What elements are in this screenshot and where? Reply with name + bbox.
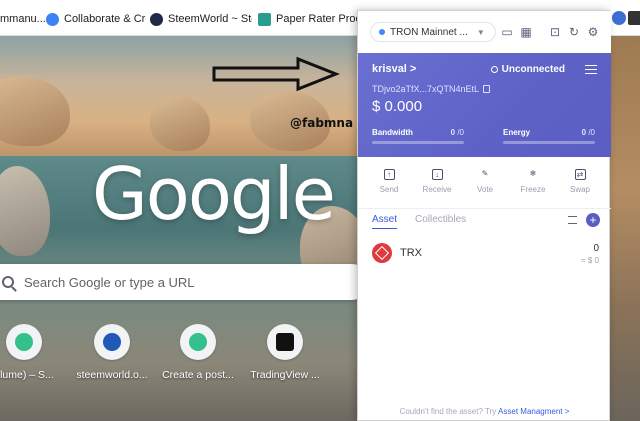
tab-asset[interactable]: Asset bbox=[372, 214, 398, 229]
wallet-address: TDjvo2aTfX...7xQTN4nEtL bbox=[372, 84, 491, 94]
network-label: TRON Mainnet ... bbox=[390, 26, 468, 38]
swap-icon: ⇄ bbox=[574, 169, 586, 180]
send-label: Send bbox=[379, 185, 399, 194]
rock-image bbox=[150, 96, 210, 151]
search-placeholder: Search Google or type a URL bbox=[24, 274, 195, 290]
tab-collectibles[interactable]: Collectibles bbox=[415, 214, 466, 229]
google-logo: Google bbox=[92, 152, 336, 236]
token-amount: 0 bbox=[593, 243, 599, 254]
swap-button[interactable]: ⇄ Swap bbox=[560, 169, 600, 194]
chevron-down-icon: ▼ bbox=[476, 27, 485, 37]
extension-icon[interactable] bbox=[612, 11, 626, 25]
ledger-icon[interactable]: ▭ bbox=[500, 25, 514, 39]
energy-meter: Energy 0 /0 bbox=[503, 128, 595, 144]
token-usd-value: ≈ $ 0 bbox=[581, 256, 599, 265]
bookmark-label: mmanu... bbox=[0, 13, 46, 25]
bookmark-label: Paper Rater Proofre... bbox=[276, 13, 358, 25]
dapps-grid-icon[interactable]: ▦ bbox=[519, 25, 533, 39]
wallet-balance: $ 0.000 bbox=[372, 98, 423, 115]
wallet-address-text: TDjvo2aTfX...7xQTN4nEtL bbox=[372, 84, 480, 94]
energy-label: Energy bbox=[503, 128, 531, 137]
search-icon bbox=[2, 276, 14, 288]
trx-logo-icon bbox=[372, 243, 392, 263]
token-row[interactable]: TRX 0 ≈ $ 0 bbox=[372, 243, 599, 269]
shortcut-tile[interactable]: steemworld.o... bbox=[62, 324, 162, 381]
shortcut-icon bbox=[267, 324, 303, 360]
settings-icon[interactable]: ⚙ bbox=[586, 25, 600, 39]
bookmark-favicon-icon bbox=[150, 12, 163, 26]
shortcut-tile[interactable]: TradingView ... bbox=[235, 324, 335, 381]
copy-icon[interactable] bbox=[483, 85, 491, 93]
wallet-popup: TRON Mainnet ... ▼ ▭ ▦ ⊡ ↻ ⚙ krisval > U… bbox=[357, 10, 611, 421]
lock-icon[interactable]: ⊡ bbox=[548, 25, 562, 39]
watermark-text: @fabmna bbox=[290, 116, 354, 130]
shortcut-icon bbox=[180, 324, 216, 360]
extension-icon[interactable] bbox=[628, 11, 640, 25]
shortcut-tile[interactable]: Create a post... bbox=[148, 324, 248, 381]
receive-label: Receive bbox=[422, 185, 452, 194]
bandwidth-value: 0 bbox=[450, 128, 456, 137]
receive-button[interactable]: ↓ Receive bbox=[417, 169, 457, 194]
asset-footer: Couldn't find the asset? Try Asset Manag… bbox=[358, 407, 611, 416]
search-box[interactable]: Search Google or type a URL bbox=[0, 264, 370, 300]
sort-icon[interactable] bbox=[568, 216, 577, 224]
connection-status: Unconnected bbox=[490, 64, 565, 75]
shortcut-label: TradingView ... bbox=[250, 369, 320, 381]
send-button[interactable]: ↑ Send bbox=[369, 169, 409, 194]
network-status-icon bbox=[379, 29, 385, 35]
energy-value: 0 bbox=[581, 128, 587, 137]
bookmark-favicon-icon bbox=[258, 12, 271, 26]
vote-icon: ✎ bbox=[481, 169, 489, 178]
rock-image bbox=[0, 76, 70, 146]
network-selector[interactable]: TRON Mainnet ... ▼ bbox=[370, 22, 496, 42]
token-name: TRX bbox=[400, 247, 422, 259]
bookmark-item[interactable]: Collaborate & Crea... bbox=[46, 11, 146, 27]
freeze-button[interactable]: ❄ Freeze bbox=[513, 169, 553, 194]
energy-max: /0 bbox=[588, 128, 595, 137]
shortcut-icon bbox=[94, 324, 130, 360]
bandwidth-max: /0 bbox=[457, 128, 464, 137]
swap-label: Swap bbox=[569, 185, 590, 194]
add-asset-button[interactable]: + bbox=[586, 213, 600, 227]
bookmark-label: Collaborate & Crea... bbox=[64, 13, 146, 25]
annotation-arrow-icon bbox=[212, 56, 340, 92]
action-bar: ↑ Send ↓ Receive ✎ Vote ❄ Freeze ⇄ Swap bbox=[358, 157, 611, 209]
bandwidth-label: Bandwidth bbox=[372, 128, 413, 137]
bookmark-label: SteemWorld ~ Stee... bbox=[168, 13, 252, 25]
background-edge bbox=[610, 36, 640, 421]
asset-management-link[interactable]: Asset Managment > bbox=[498, 407, 569, 416]
footer-text: Couldn't find the asset? Try bbox=[399, 407, 497, 416]
bandwidth-bar bbox=[372, 141, 464, 144]
shortcut-icon bbox=[6, 324, 42, 360]
send-icon: ↑ bbox=[383, 169, 395, 180]
energy-bar bbox=[503, 141, 595, 144]
account-card: krisval > Unconnected TDjvo2aTfX...7xQTN… bbox=[358, 53, 611, 157]
asset-tabs: Asset Collectibles bbox=[372, 214, 466, 229]
freeze-label: Freeze bbox=[520, 185, 546, 194]
receive-icon: ↓ bbox=[431, 169, 443, 180]
refresh-icon[interactable]: ↻ bbox=[567, 25, 581, 39]
bookmark-favicon-icon bbox=[46, 12, 59, 26]
status-ring-icon bbox=[490, 66, 498, 73]
account-name[interactable]: krisval > bbox=[372, 63, 416, 75]
shortcut-label: Create a post... bbox=[162, 369, 234, 381]
bandwidth-meter: Bandwidth 0 /0 bbox=[372, 128, 464, 144]
shortcut-label: steemworld.o... bbox=[76, 369, 148, 381]
vote-label: Vote bbox=[476, 185, 493, 194]
wallet-topbar: TRON Mainnet ... ▼ ▭ ▦ ⊡ ↻ ⚙ bbox=[358, 11, 611, 53]
bookmark-item[interactable]: SteemWorld ~ Stee... bbox=[150, 11, 252, 27]
bookmark-item[interactable]: Paper Rater Proofre... bbox=[258, 11, 358, 27]
connection-status-label: Unconnected bbox=[501, 64, 565, 75]
vote-button[interactable]: ✎ Vote bbox=[465, 169, 505, 194]
shortcut-label: alume) – S... bbox=[0, 369, 54, 381]
freeze-icon: ❄ bbox=[529, 169, 537, 178]
menu-icon[interactable] bbox=[585, 65, 597, 74]
